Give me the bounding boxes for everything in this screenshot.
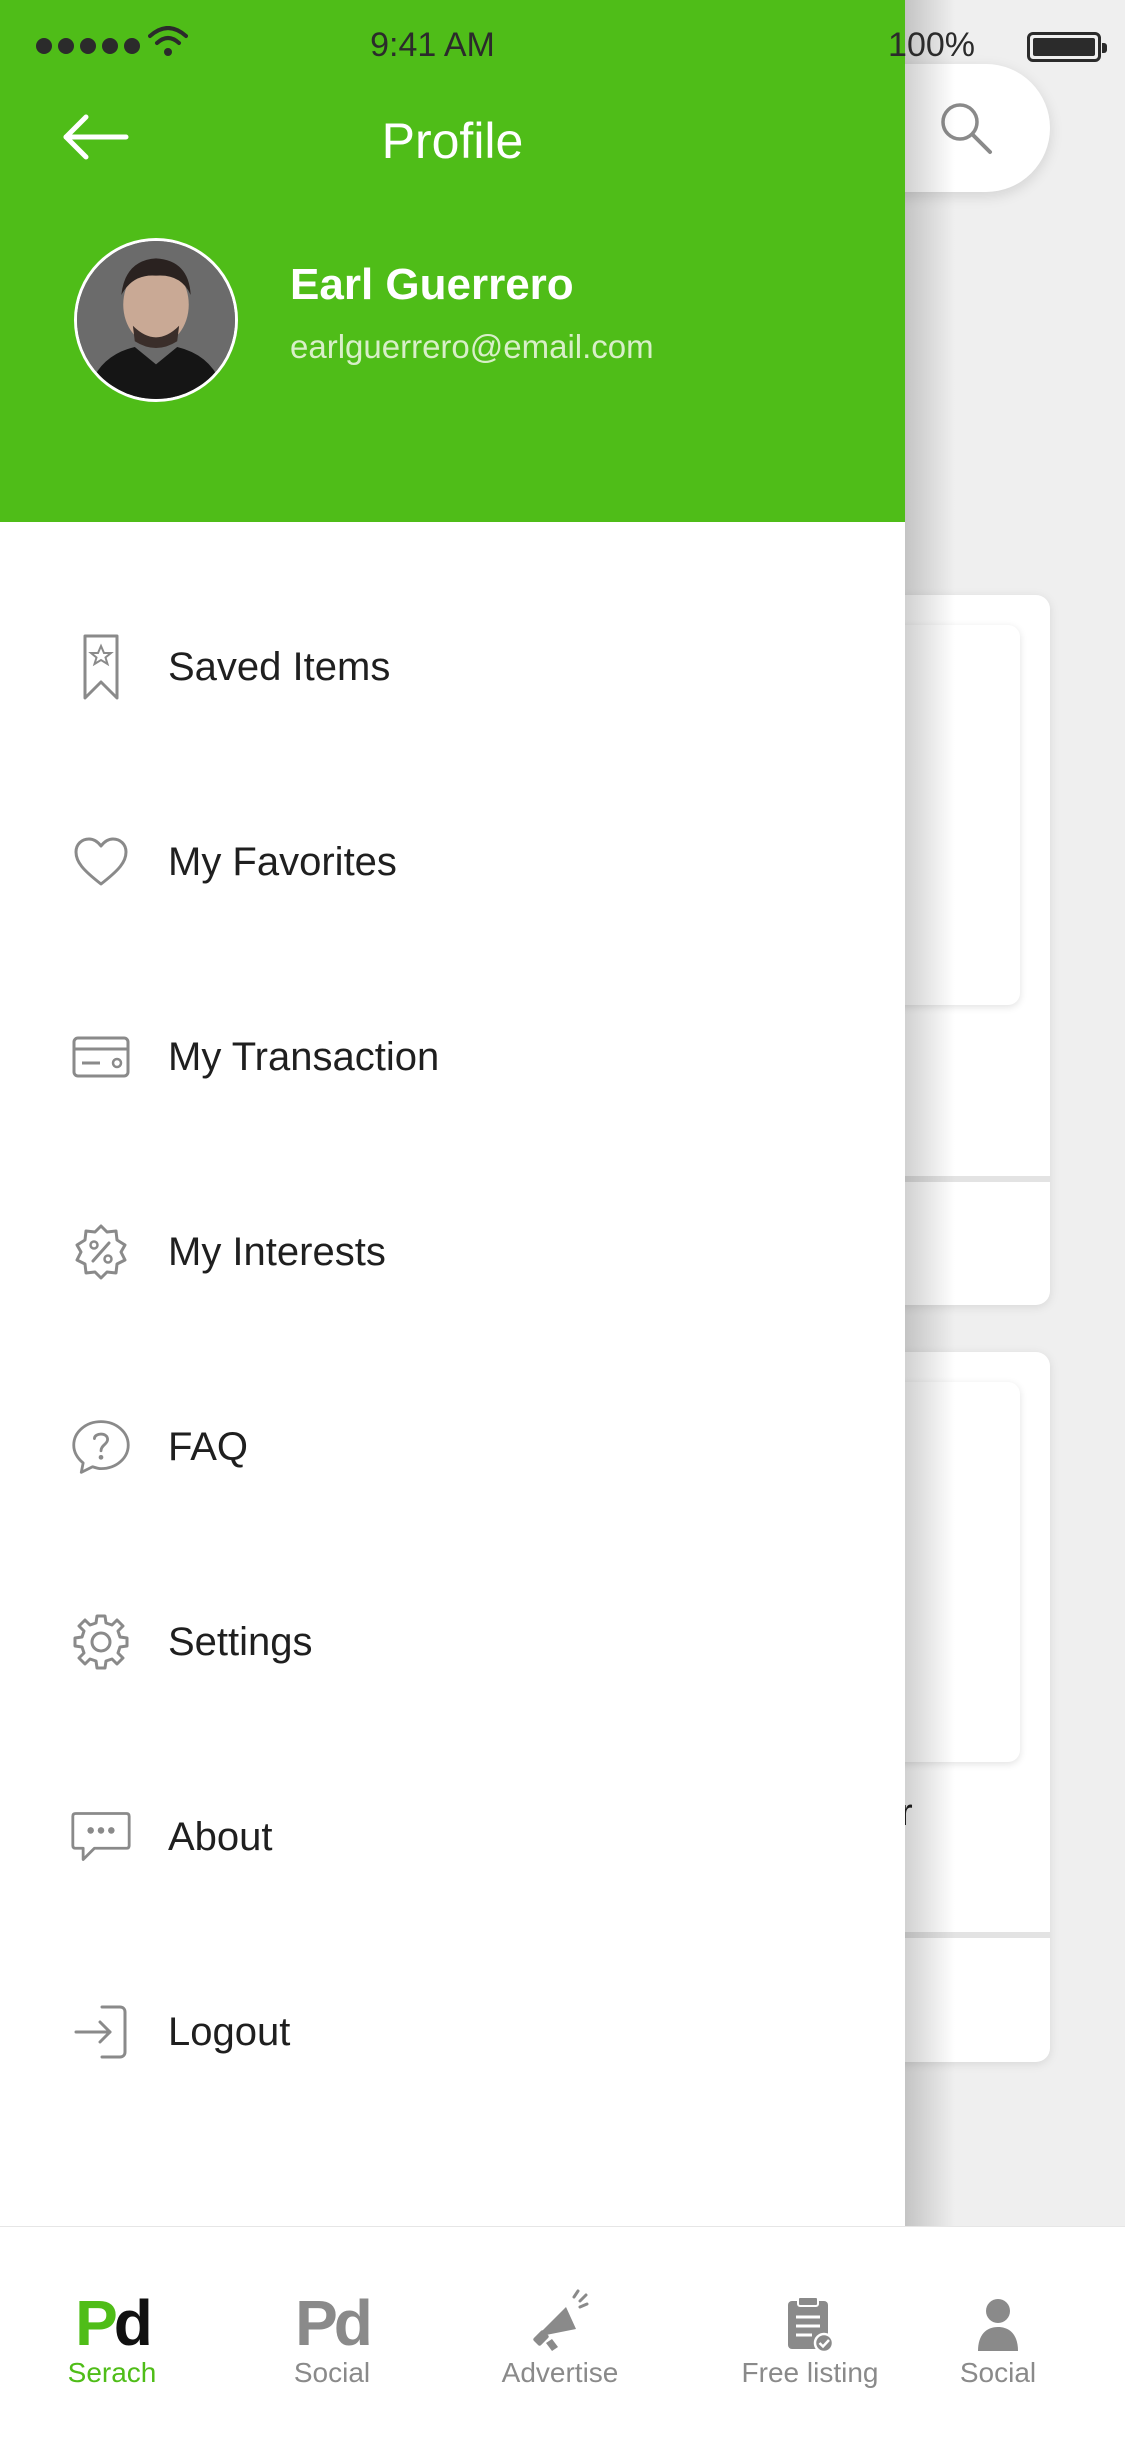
menu-item-logout[interactable]: Logout	[0, 1962, 905, 2102]
tab-social-profile[interactable]: Social	[938, 2227, 1058, 2443]
avatar[interactable]	[74, 238, 238, 402]
battery-icon	[1027, 32, 1107, 62]
status-time: 9:41 AM	[370, 26, 495, 64]
battery-level	[1033, 38, 1095, 56]
tab-social[interactable]: Pd Social	[272, 2227, 392, 2443]
tab-label: Serach	[67, 2357, 157, 2388]
drawer-shadow	[905, 0, 955, 2226]
credit-card-icon	[70, 1026, 132, 1088]
menu-item-saved-items[interactable]: Saved Items	[0, 597, 905, 737]
tab-label: Social	[959, 2357, 1037, 2388]
menu-item-label: FAQ	[168, 1424, 249, 1469]
menu-item-label: About	[168, 1814, 273, 1859]
menu-item-label: Logout	[168, 2009, 291, 2054]
tab-label: Advertise	[501, 2357, 619, 2388]
page-title: Profile	[381, 113, 524, 169]
menu-item-label: My Transaction	[168, 1034, 440, 1079]
question-bubble-icon	[70, 1416, 132, 1478]
logout-icon	[70, 2001, 132, 2063]
bottom-tab-bar: Pd Serach Pd Social Advertise Free listi…	[0, 2226, 1125, 2443]
menu-item-my-interests[interactable]: My Interests	[0, 1182, 905, 1322]
menu-item-label: My Favorites	[168, 839, 397, 884]
heart-icon	[70, 831, 132, 893]
tab-free-listing[interactable]: Free listing	[730, 2227, 890, 2443]
bookmark-star-icon	[70, 634, 132, 700]
tab-serach[interactable]: Pd Serach	[52, 2227, 172, 2443]
menu-item-label: Saved Items	[168, 644, 391, 689]
person-icon	[976, 2289, 1020, 2353]
tab-label: Free listing	[741, 2357, 879, 2388]
percent-badge-icon	[70, 1221, 132, 1283]
menu-item-settings[interactable]: Settings	[0, 1572, 905, 1712]
tab-advertise[interactable]: Advertise	[480, 2227, 640, 2443]
menu-item-my-favorites[interactable]: My Favorites	[0, 792, 905, 932]
clipboard-check-icon	[784, 2289, 836, 2353]
menu-item-label: Settings	[168, 1619, 313, 1664]
megaphone-icon	[530, 2289, 590, 2353]
battery-percentage: 100%	[888, 26, 975, 64]
menu-item-faq[interactable]: FAQ	[0, 1377, 905, 1517]
user-name: Earl Guerrero	[290, 260, 574, 309]
menu-item-label: My Interests	[168, 1229, 386, 1274]
tab-label: Social	[293, 2357, 371, 2388]
gear-icon	[70, 1611, 132, 1673]
status-bar: 9:41 AM 100%	[0, 0, 1125, 92]
chat-dots-icon	[70, 1806, 132, 1868]
pd-logo-icon: Pd	[75, 2287, 153, 2359]
pd-logo-icon: Pd	[295, 2287, 373, 2359]
menu-item-about[interactable]: About	[0, 1767, 905, 1907]
navigation-drawer: Profile Earl Guerrero earlguerrero@email…	[0, 0, 905, 2226]
user-email: earlguerrero@email.com	[290, 328, 654, 365]
menu-item-my-transaction[interactable]: My Transaction	[0, 987, 905, 1127]
